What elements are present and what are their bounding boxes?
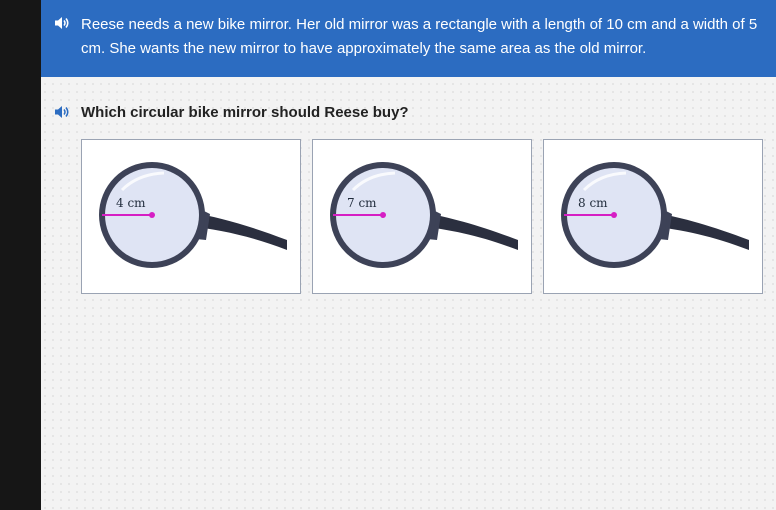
question-speaker-icon[interactable] — [54, 105, 70, 124]
answer-option-3[interactable]: 8 cm — [543, 139, 763, 294]
bike-mirror-image: 4 cm — [99, 162, 287, 268]
radius-label: 7 cm — [347, 196, 377, 210]
radius-label: 8 cm — [578, 196, 608, 210]
center-point — [611, 212, 617, 218]
speaker-icon — [55, 17, 69, 29]
left-sidebar — [0, 0, 41, 510]
answer-option-1[interactable]: 4 cm — [81, 139, 301, 294]
bike-mirror-image: 7 cm — [330, 162, 518, 268]
radius-label: 4 cm — [116, 196, 146, 210]
answer-option-2[interactable]: 7 cm — [312, 139, 532, 294]
prompt-banner: Reese needs a new bike mirror. Her old m… — [41, 0, 776, 77]
prompt-text: Reese needs a new bike mirror. Her old m… — [81, 16, 758, 57]
question-stage: Reese needs a new bike mirror. Her old m… — [41, 0, 776, 510]
speaker-icon — [55, 106, 69, 118]
center-point — [380, 212, 386, 218]
question-text: Which circular bike mirror should Reese … — [81, 104, 409, 121]
center-point — [149, 212, 155, 218]
prompt-speaker-icon[interactable] — [54, 16, 70, 35]
bike-mirror-image: 8 cm — [561, 162, 749, 268]
